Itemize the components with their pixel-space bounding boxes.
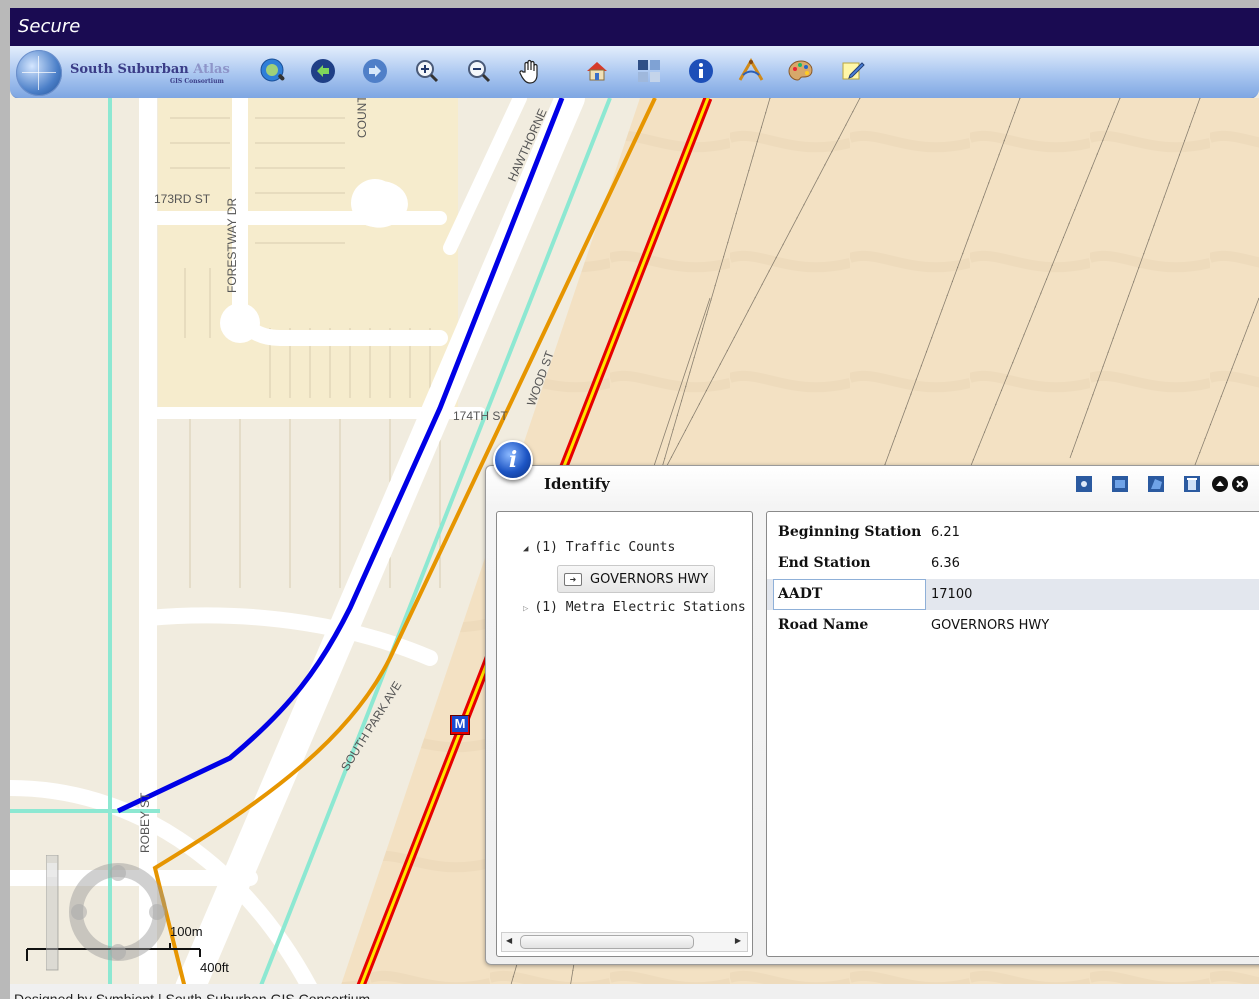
expanded-arrow-icon: ◢ [523,544,529,554]
info-icon [689,59,713,83]
measure-button[interactable] [736,56,766,86]
identify-button[interactable] [686,56,716,86]
footer-text: Designed by Symbiont | South Suburban GI… [14,991,371,999]
full-extent-button[interactable] [582,56,612,86]
search-icon [260,58,285,82]
search-button[interactable] [258,56,288,86]
scrollbar-thumb[interactable] [520,935,694,949]
rectangle-select-button[interactable] [1110,474,1130,494]
notes-icon [842,62,865,80]
pan-button[interactable] [516,56,546,86]
street-label-174th: 174TH ST [453,409,508,423]
metra-station-marker[interactable]: M [450,715,470,735]
collapsed-arrow-icon: ▷ [523,604,529,614]
back-icon [311,59,335,83]
polygon-select-button[interactable] [1146,474,1166,494]
clear-results-button[interactable] [1182,474,1202,494]
home-icon [587,62,607,81]
street-label-country: COUNTRY [355,98,369,138]
results-tree[interactable]: ◢ (1) Traffic Counts ➜ GOVERNORS HWY ▷ (1) … [496,511,753,957]
close-icon [1232,476,1248,492]
zoom-out-icon [468,60,491,83]
attribute-row-selected[interactable]: AADT 17100 [767,579,1259,610]
zoom-in-icon [416,60,439,83]
attribute-row: Beginning Station 6.21 [778,524,960,540]
pan-ring-icon [46,855,167,971]
logo-text: South Suburban Atlas [70,62,230,77]
app-logo: South Suburban Atlas GIS Consortium [12,48,282,96]
logo-subtitle: GIS Consortium [170,78,224,85]
measure-icon [738,58,764,81]
window-title: Secure [18,16,81,37]
street-label-173rd: 173RD ST [154,192,211,206]
street-label-robey: ROBEY ST [138,792,152,853]
panel-title: Identify [544,475,610,493]
scale-metric: 100m [170,924,203,939]
tree-group-metra-stations[interactable]: ▷ (1) Metra Electric Stations Bu [523,600,752,615]
globe-icon [16,50,62,96]
identify-info-icon: i [493,440,533,480]
notes-button[interactable] [838,56,868,86]
tree-group-traffic-counts[interactable]: ◢ (1) Traffic Counts [523,540,675,555]
polygon-icon [1148,476,1164,492]
next-extent-button[interactable] [360,56,390,86]
attribute-row: End Station 6.36 [778,555,960,571]
street-label-forestway: FORESTWAY DR [225,197,239,293]
draw-button[interactable] [786,56,816,86]
tree-item-governors-hwy[interactable]: ➜ GOVERNORS HWY [557,565,716,593]
scale-imperial: 400ft [200,960,229,975]
forward-icon [363,59,387,83]
trash-icon [1184,476,1200,492]
point-icon [1076,476,1092,492]
point-select-button[interactable] [1074,474,1094,494]
toolbar: South Suburban Atlas GIS Consortium [10,46,1259,99]
layers-icon [638,60,660,82]
close-panel-button[interactable] [1230,474,1250,494]
attributes-table: Beginning Station 6.21 End Station 6.36 … [766,511,1259,957]
previous-extent-button[interactable] [308,56,338,86]
pan-hand-icon [519,59,538,84]
attribute-row: Road Name GOVERNORS HWY [778,617,1050,633]
scroll-left-icon[interactable]: ◀ [506,936,512,945]
zoom-in-button[interactable] [412,56,442,86]
zoom-out-button[interactable] [464,56,494,86]
title-bar: Secure [10,8,1259,46]
footer: Designed by Symbiont | South Suburban GI… [10,984,1259,999]
identify-panel: Identify ◢ (1) Traffic Counts ➜ GOVERNORS … [485,465,1259,965]
navigation-control[interactable] [46,855,186,988]
layers-button[interactable] [634,56,664,86]
chevron-up-icon [1212,476,1228,492]
scroll-right-icon[interactable]: ▶ [735,936,741,945]
feature-icon: ➜ [564,572,582,586]
palette-icon [788,60,813,81]
rectangle-icon [1112,476,1128,492]
minimize-panel-button[interactable] [1210,474,1230,494]
tree-horizontal-scrollbar[interactable]: ◀ ▶ [501,932,748,952]
